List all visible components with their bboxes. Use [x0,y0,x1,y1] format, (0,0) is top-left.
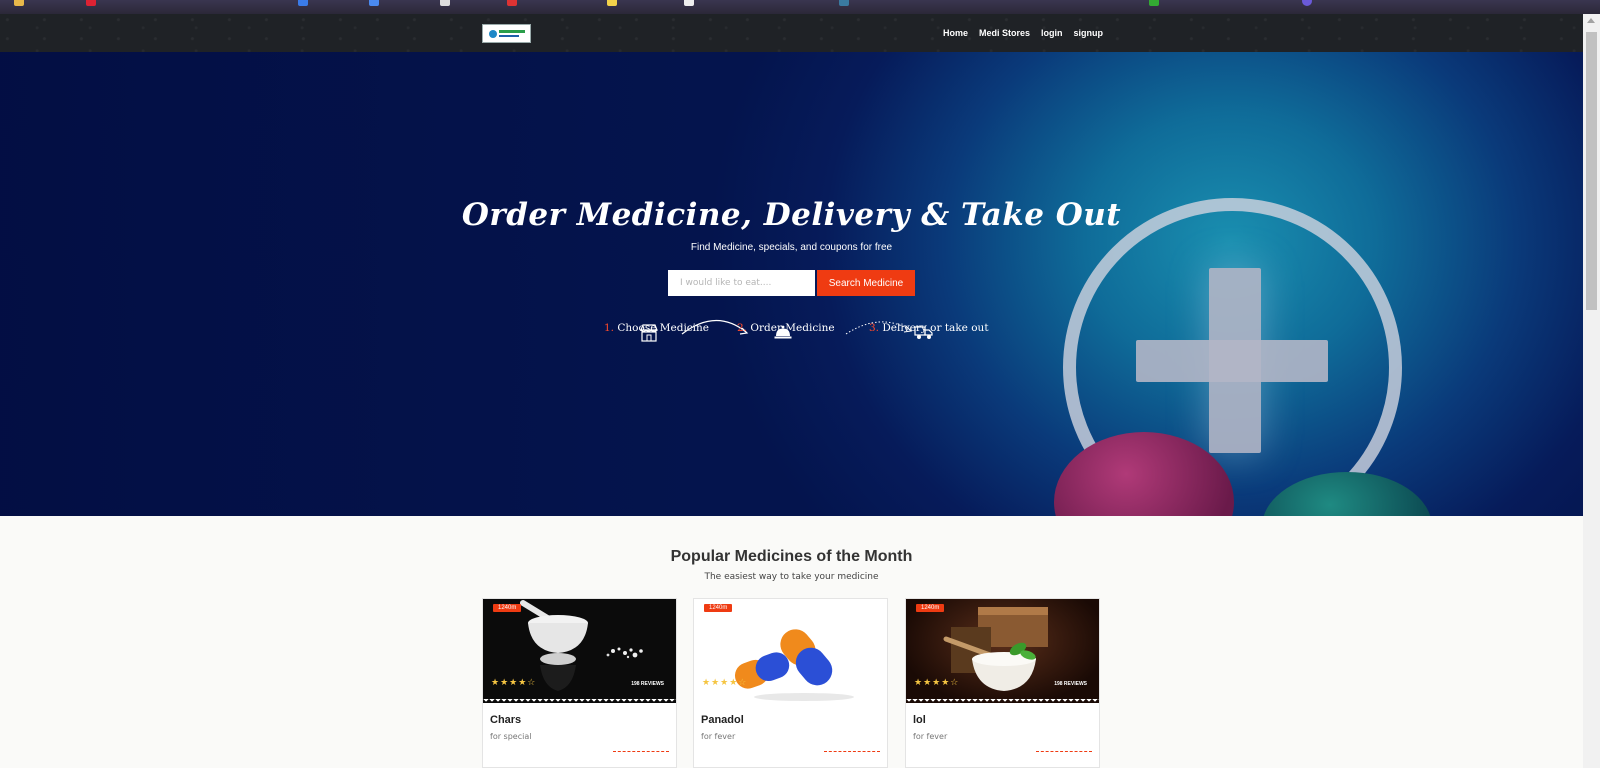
hero-banner: Order Medicine, Delivery & Take Out Find… [0,52,1583,516]
hero-title: Order Medicine, Delivery & Take Out [461,197,1122,233]
medicine-search-input[interactable] [668,270,815,296]
site-logo[interactable] [482,24,531,43]
medicine-name: Panadol [701,714,744,726]
vertical-scrollbar[interactable] [1583,14,1600,768]
hero-subtitle: Find Medicine, specials, and coupons for… [690,242,893,253]
mortar-pestle-image: 1240m ★★★★☆ 198 REVIEWS [483,599,676,703]
bookmark-icon[interactable] [607,0,617,6]
medicine-card-lol[interactable]: 1240m ★★★★☆ 198 REVIEWS lol for fever [905,598,1100,768]
medicine-card-chars[interactable]: 1240m ★★★★☆ 198 REVIEWS Chars for specia… [482,598,677,768]
herbal-mortar-image: 1240m ★★★★☆ 198 REVIEWS [906,599,1099,703]
nav-link-medi-stores[interactable]: Medi Stores [979,28,1030,38]
card-zigzag-divider [483,699,676,703]
price-badge: 1240m [916,604,945,612]
capsules-image: 1240m ★★★★☆ [694,599,887,703]
web-page: Home Medi Stores login signup Order Medi… [0,14,1583,768]
nav-link-signup[interactable]: signup [1074,28,1104,38]
search-medicine-button[interactable]: Search Medicine [817,270,915,296]
top-navbar: Home Medi Stores login signup [0,14,1583,52]
logo-graphic [487,28,527,40]
review-count: 198 REVIEWS [1054,681,1087,687]
medicine-description: for special [490,732,532,741]
price-badge: 1240m [493,604,522,612]
card-dashed-divider [1036,751,1092,752]
price-badge: 1240m [704,604,733,612]
hero-background-shade [0,52,700,516]
bookmark-icon[interactable] [684,0,694,6]
star-rating: ★★★★☆ [914,677,960,687]
review-count: 198 REVIEWS [631,681,664,687]
bookmark-icon[interactable] [507,0,517,6]
card-zigzag-divider [906,699,1099,703]
scroll-up-arrow-icon[interactable] [1587,18,1595,23]
nav-link-home[interactable]: Home [943,28,968,38]
medicine-card-panadol[interactable]: 1240m ★★★★☆ Panadol for fever [693,598,888,768]
bookmark-icon[interactable] [298,0,308,6]
medicine-name: lol [913,714,926,726]
nav-link-login[interactable]: login [1041,28,1063,38]
step-choose-medicine: 1. Choose Medicine [604,322,710,334]
bookmark-icon[interactable] [1302,0,1312,6]
bookmark-icon[interactable] [1149,0,1159,6]
bookmark-icon[interactable] [839,0,849,6]
medical-cross-graphic [1136,340,1328,382]
medicine-name: Chars [490,714,522,726]
medicine-description: for fever [913,732,948,741]
card-dashed-divider [824,751,880,752]
bookmark-icon[interactable] [86,0,96,6]
scrollbar-thumb[interactable] [1586,32,1597,310]
card-dashed-divider [613,751,669,752]
nav-menu: Home Medi Stores login signup [943,14,1103,52]
star-rating: ★★★★☆ [702,677,748,687]
popular-section-title: Popular Medicines of the Month [670,548,913,565]
popular-section-subtitle: The easiest way to take your medicine [704,572,879,582]
star-rating: ★★★★☆ [491,677,537,687]
bookmark-icon[interactable] [440,0,450,6]
step-delivery-or-take-out: 3. Delivery or take out [869,322,989,334]
step-order-medicine: 2. Order Medicine [737,322,835,334]
bookmark-icon[interactable] [369,0,379,6]
browser-bookmarks-bar [0,0,1600,14]
medicine-description: for fever [701,732,736,741]
bookmark-icon[interactable] [14,0,24,6]
